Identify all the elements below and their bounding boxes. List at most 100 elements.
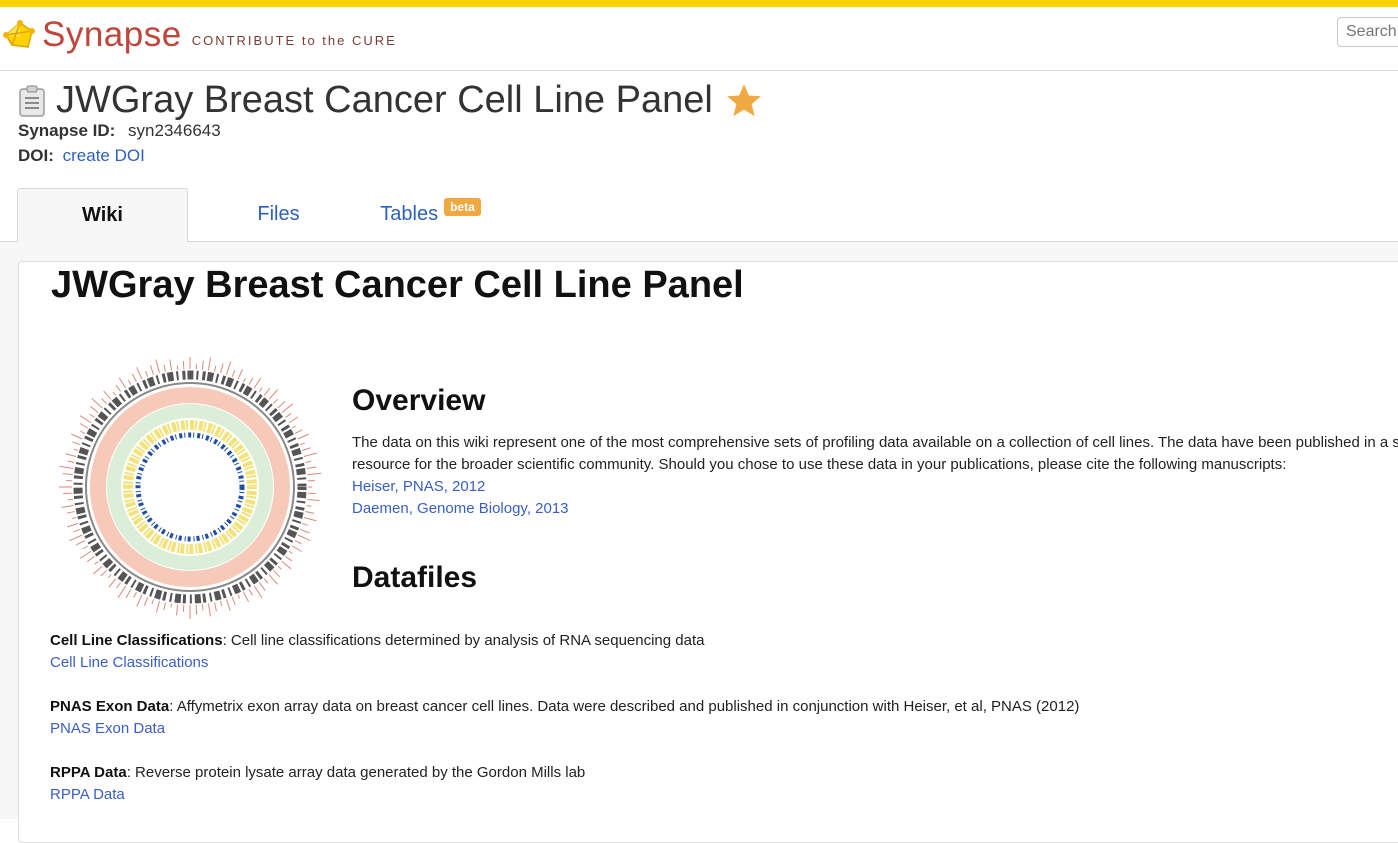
circos-tick: [92, 399, 102, 408]
circos-tick: [150, 365, 153, 375]
circos-tick: [300, 443, 305, 445]
circos-tick: [113, 392, 116, 395]
circos-tick: [304, 518, 317, 521]
datafile-name: PNAS Exon Data: [50, 698, 169, 715]
circos-tick: [102, 399, 107, 404]
entity-header: JWGray Breast Cancer Cell Line Panel Syn…: [0, 71, 1398, 242]
tab-files[interactable]: Files: [193, 188, 364, 241]
circos-tick: [289, 551, 292, 553]
circos-tick: [67, 523, 77, 526]
circos-tick: [156, 359, 160, 373]
datafile-link[interactable]: PNAS Exon Data: [50, 718, 1079, 740]
circos-tick: [76, 541, 85, 546]
wiki-title: JWGray Breast Cancer Cell Line Panel: [51, 264, 744, 307]
circos-tick: [72, 442, 79, 445]
circos-tick: [302, 448, 311, 451]
circos-tick: [302, 523, 308, 525]
circos-tick: [292, 426, 295, 428]
circos-tick: [80, 551, 91, 558]
tab-tables-label: Tables: [380, 203, 438, 226]
circos-tick: [126, 589, 131, 598]
synapse-logo[interactable]: Synapse CONTRIBUTE to the CURE: [2, 15, 397, 55]
circos-tick: [244, 592, 249, 602]
circos-tick: [87, 556, 94, 561]
circos-tick: [119, 378, 126, 388]
datafile-desc: : Reverse protein lysate array data gene…: [127, 764, 586, 781]
main-content: JWGray Breast Cancer Cell Line Panel Ove…: [0, 242, 1398, 819]
circos-tick: [101, 570, 107, 576]
circos-tick: [305, 512, 314, 514]
circos-tick: [137, 367, 142, 379]
circos-tick: [300, 529, 309, 533]
synapse-logo-icon: [2, 19, 38, 51]
circos-tick: [63, 474, 73, 475]
datafile-desc: : Cell line classifications determined b…: [223, 632, 705, 649]
circos-tick: [221, 363, 224, 373]
circos-tick: [298, 535, 311, 541]
circos-tick: [196, 605, 197, 615]
circos-tick: [83, 546, 88, 549]
search-input[interactable]: [1337, 17, 1398, 47]
tab-files-label: Files: [257, 203, 299, 226]
circos-tick: [109, 579, 116, 588]
circos-tick: [238, 595, 240, 599]
circos-tick: [305, 461, 311, 462]
beta-badge: beta: [444, 198, 481, 216]
circos-tick: [129, 380, 132, 384]
circos-tick: [94, 561, 98, 564]
circos-tick: [226, 599, 230, 610]
circos-tick: [208, 604, 210, 617]
circos-tick: [71, 434, 82, 439]
circos-tick: [152, 599, 154, 604]
entity-title: JWGray Breast Cancer Cell Line Panel: [56, 79, 713, 122]
synapse-id-label: Synapse ID:: [18, 121, 115, 140]
circos-tick: [289, 417, 298, 423]
circos-tick: [104, 391, 111, 399]
datafile-item: Cell Line Classifications : Cell line cla…: [50, 630, 704, 674]
circos-tick: [80, 424, 88, 429]
circos-tick: [177, 604, 178, 615]
circos-tick: [116, 385, 121, 391]
tab-tables[interactable]: Tables beta: [345, 188, 516, 241]
circos-tick: [285, 414, 291, 418]
circos-tick: [90, 414, 95, 418]
circos-tick: [146, 371, 148, 377]
circos-tick: [273, 570, 279, 576]
circos-tick: [68, 461, 75, 462]
circos-tick: [156, 601, 159, 613]
circos-tick: [80, 431, 84, 433]
citation-link-heiser[interactable]: Heiser, PNAS, 2012: [352, 476, 1398, 498]
circos-tick: [62, 505, 74, 507]
citation-link-daemen[interactable]: Daemen, Genome Biology, 2013: [352, 498, 1398, 520]
circos-tick: [249, 378, 253, 385]
circos-tick: [171, 604, 172, 608]
circos-tick: [264, 579, 268, 584]
top-accent-bar: [0, 0, 1398, 7]
datafiles-heading: Datafiles: [352, 561, 477, 595]
wiki-panel: JWGray Breast Cancer Cell Line Panel Ove…: [18, 261, 1398, 843]
circos-tick: [80, 416, 91, 423]
circos-tick: [93, 566, 102, 574]
site-header: Synapse CONTRIBUTE to the CURE: [0, 7, 1398, 71]
tab-wiki-label: Wiki: [82, 204, 123, 227]
datafile-item: RPPA Data : Reverse protein lysate array …: [50, 762, 585, 806]
overview-text: The data on this wiki represent one of t…: [352, 434, 1398, 473]
circos-tick: [202, 361, 203, 370]
circos-tick: [91, 406, 99, 412]
datafile-item: PNAS Exon Data: Affymetrix exon array da…: [50, 696, 1079, 740]
circos-tick: [307, 467, 317, 469]
circos-tick: [69, 535, 82, 541]
circos-tick: [254, 586, 262, 598]
project-clipboard-icon: [18, 85, 46, 117]
favorite-star-icon[interactable]: [725, 83, 763, 119]
circos-tick: [278, 401, 285, 408]
tab-wiki[interactable]: Wiki: [17, 188, 188, 242]
circos-tick: [285, 556, 291, 561]
logo-tagline: CONTRIBUTE to the CURE: [192, 33, 397, 48]
datafile-link[interactable]: Cell Line Classifications: [50, 652, 704, 674]
circos-tick: [259, 582, 265, 590]
datafile-link[interactable]: RPPA Data: [50, 784, 585, 806]
create-doi-link[interactable]: create DOI: [63, 146, 145, 165]
circos-tick: [137, 595, 142, 607]
circos-tick: [215, 366, 216, 372]
